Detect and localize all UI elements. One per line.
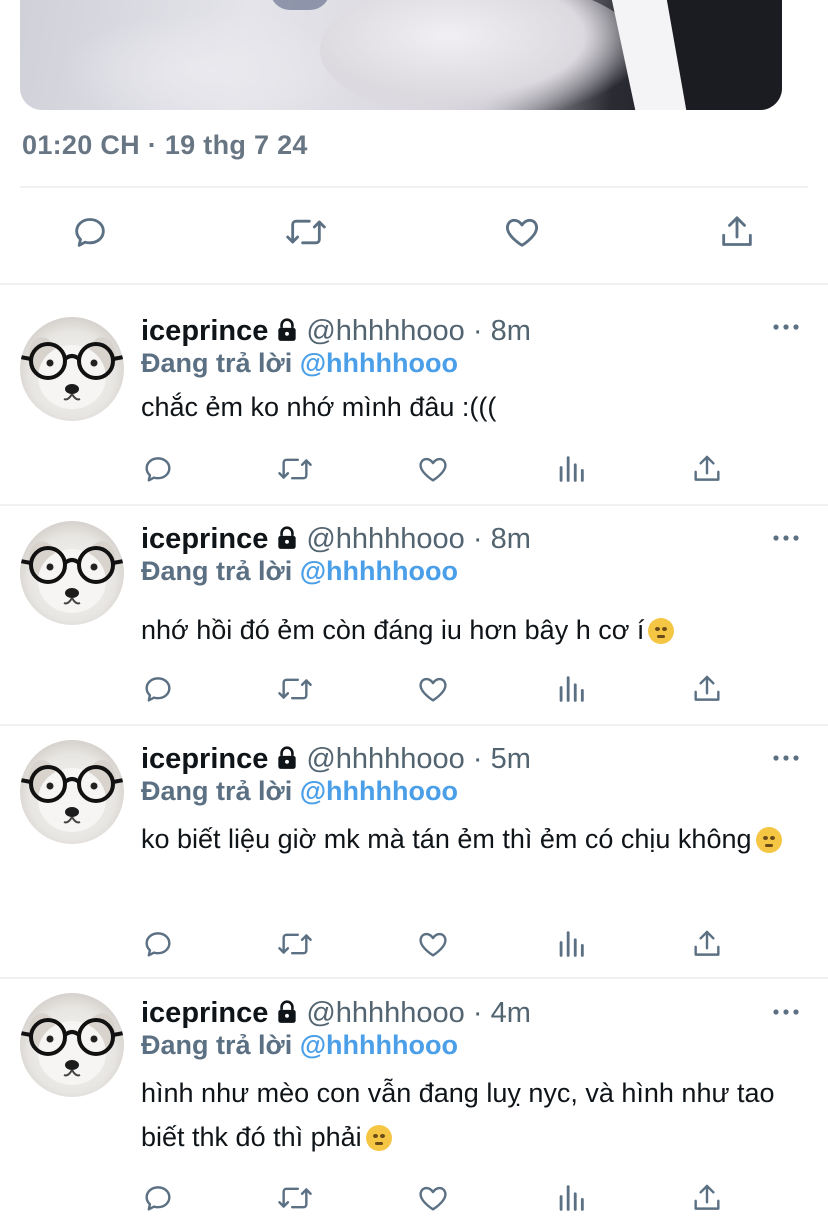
reply-icon[interactable] — [141, 927, 175, 961]
like-icon[interactable] — [501, 212, 543, 252]
user-handle[interactable]: @hhhhhooo — [306, 743, 464, 775]
reply-text-content: ko biết liệu giờ mk mà tán ẻm thì ẻm có … — [141, 824, 752, 854]
replying-prefix: Đang trả lời — [141, 348, 300, 378]
reply-header: iceprince @hhhhhooo · 4m — [141, 997, 531, 1033]
retweet-icon[interactable] — [276, 452, 314, 486]
divider — [0, 283, 828, 285]
lock-icon — [274, 745, 300, 779]
replying-to-link[interactable]: @hhhhhooo — [300, 556, 458, 586]
avatar[interactable] — [20, 993, 124, 1097]
reply-header: iceprince @hhhhhooo · 8m — [141, 315, 531, 351]
share-icon[interactable] — [690, 672, 724, 706]
like-icon[interactable] — [415, 1181, 451, 1215]
reply-header: iceprince @hhhhhooo · 5m — [141, 743, 531, 779]
tweet-photo[interactable] — [20, 0, 782, 110]
relative-time: · 8m — [464, 315, 531, 347]
tweet-timestamp[interactable]: 01:20 CH · 19 thg 7 24 — [22, 130, 308, 161]
lock-icon — [274, 317, 300, 351]
replying-to-link[interactable]: @hhhhhooo — [300, 776, 458, 806]
reply-header: iceprince @hhhhhooo · 8m — [141, 523, 531, 559]
analytics-icon[interactable] — [554, 927, 588, 961]
replying-prefix: Đang trả lời — [141, 556, 300, 586]
reply-tweet[interactable]: iceprince @hhhhhooo · 4m Đang trả lời @hh… — [0, 979, 828, 1231]
photo-highlight — [60, 10, 360, 110]
reply-icon[interactable] — [141, 452, 175, 486]
retweet-icon[interactable] — [276, 672, 314, 706]
reply-tweet[interactable]: iceprince @hhhhhooo · 8m Đang trả lời @hh… — [0, 286, 828, 504]
lock-icon — [274, 525, 300, 559]
relative-time: · 4m — [464, 997, 531, 1029]
dog-with-glasses-avatar — [20, 337, 124, 409]
retweet-icon[interactable] — [276, 1181, 314, 1215]
dog-with-glasses-avatar — [20, 760, 124, 832]
photo-shadow — [270, 0, 330, 10]
photo-face — [320, 0, 640, 110]
retweet-icon[interactable] — [284, 212, 328, 252]
analytics-icon[interactable] — [554, 1181, 588, 1215]
display-name[interactable]: iceprince — [141, 315, 268, 347]
share-icon[interactable] — [717, 212, 757, 252]
replying-prefix: Đang trả lời — [141, 1030, 300, 1060]
reply-text-content: hình như mèo con vẫn đang luỵ nyc, và hì… — [141, 1078, 775, 1152]
display-name[interactable]: iceprince — [141, 997, 268, 1029]
pensive-face-emoji — [755, 827, 782, 853]
reply-tweet[interactable]: iceprince @hhhhhooo · 5m Đang trả lời @hh… — [0, 725, 828, 977]
replying-to-link[interactable]: @hhhhhooo — [300, 348, 458, 378]
display-name[interactable]: iceprince — [141, 743, 268, 775]
divider — [20, 186, 808, 188]
replying-to: Đang trả lời @hhhhhooo — [141, 1030, 458, 1061]
replying-to: Đang trả lời @hhhhhooo — [141, 776, 458, 807]
replying-to: Đang trả lời @hhhhhooo — [141, 348, 458, 379]
user-handle[interactable]: @hhhhhooo — [306, 523, 464, 555]
lock-icon — [274, 999, 300, 1033]
reply-text-content: nhớ hồi đó ẻm còn đáng iu hơn bây h cơ í — [141, 615, 645, 645]
tweet-action-bar — [0, 212, 828, 262]
reply-tweet[interactable]: iceprince @hhhhhooo · 8m Đang trả lời @hh… — [0, 505, 828, 724]
like-icon[interactable] — [415, 452, 451, 486]
reply-text: nhớ hồi đó ẻm còn đáng iu hơn bây h cơ í — [141, 608, 811, 652]
reply-icon[interactable] — [70, 212, 110, 252]
upside-down-face-emoji — [365, 1125, 392, 1151]
retweet-icon[interactable] — [276, 927, 314, 961]
display-name[interactable]: iceprince — [141, 523, 268, 555]
replying-to-link[interactable]: @hhhhhooo — [300, 1030, 458, 1060]
dog-with-glasses-avatar — [20, 1013, 124, 1085]
reply-text-content: chắc ẻm ko nhớ mình đâu :((( — [141, 392, 497, 422]
reply-icon[interactable] — [141, 672, 175, 706]
dog-with-glasses-avatar — [20, 541, 124, 613]
share-icon[interactable] — [690, 1181, 724, 1215]
user-handle[interactable]: @hhhhhooo — [306, 315, 464, 347]
share-icon[interactable] — [690, 927, 724, 961]
avatar[interactable] — [20, 521, 124, 625]
more-options-icon[interactable] — [772, 533, 800, 543]
more-options-icon[interactable] — [772, 753, 800, 763]
share-icon[interactable] — [690, 452, 724, 486]
more-options-icon[interactable] — [772, 1007, 800, 1017]
more-options-icon[interactable] — [772, 322, 800, 332]
reply-text: hình như mèo con vẫn đang luỵ nyc, và hì… — [141, 1071, 811, 1159]
avatar[interactable] — [20, 317, 124, 421]
replying-to: Đang trả lời @hhhhhooo — [141, 556, 458, 587]
reply-text: ko biết liệu giờ mk mà tán ẻm thì ẻm có … — [141, 817, 811, 861]
analytics-icon[interactable] — [554, 452, 588, 486]
replying-prefix: Đang trả lời — [141, 776, 300, 806]
analytics-icon[interactable] — [554, 672, 588, 706]
like-icon[interactable] — [415, 927, 451, 961]
relative-time: · 5m — [464, 743, 531, 775]
pleading-face-emoji — [648, 618, 675, 644]
reply-text: chắc ẻm ko nhớ mình đâu :((( — [141, 385, 811, 429]
user-handle[interactable]: @hhhhhooo — [306, 997, 464, 1029]
relative-time: · 8m — [464, 523, 531, 555]
like-icon[interactable] — [415, 672, 451, 706]
avatar[interactable] — [20, 740, 124, 844]
reply-icon[interactable] — [141, 1181, 175, 1215]
